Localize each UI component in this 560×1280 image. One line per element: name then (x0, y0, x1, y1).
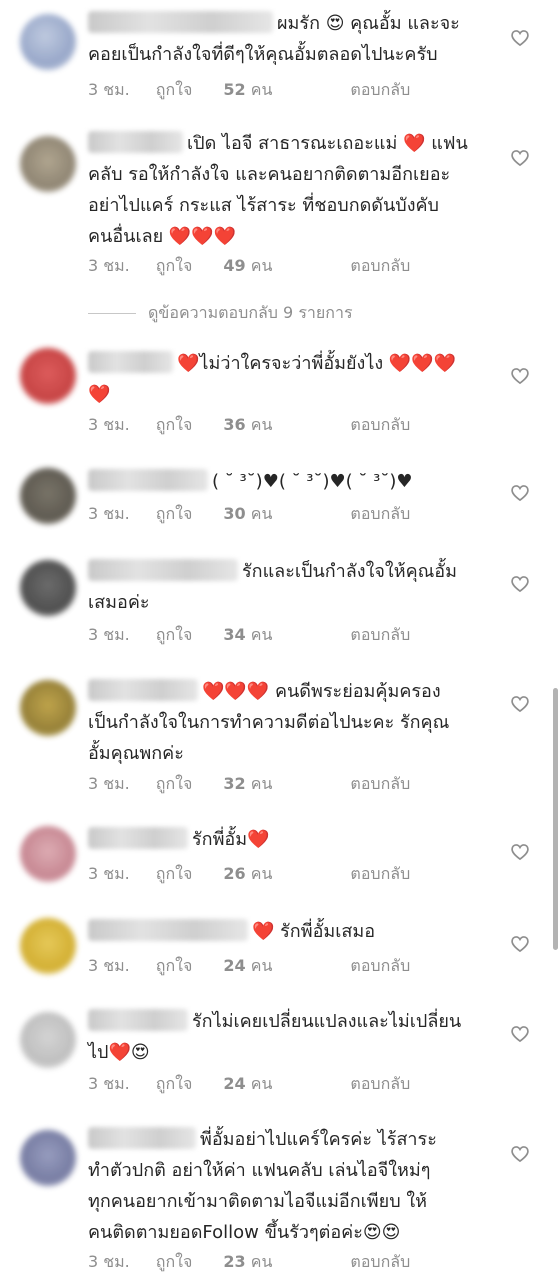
scrollbar[interactable] (553, 688, 558, 950)
comment-text: รักและเป็นกำลังใจให้คุณอั้ม เสมอค่ะ (88, 559, 457, 613)
reply-button[interactable]: ตอบกลับ (350, 956, 410, 975)
reply-button[interactable]: ตอบกลับ (350, 80, 410, 99)
comment-likes[interactable]: ถูกใจ 26 คน (156, 864, 299, 883)
username-redacted[interactable] (88, 1127, 196, 1149)
heart-outline-icon[interactable] (510, 483, 530, 503)
comment-time: 3 ชม. (88, 415, 130, 434)
comment-text: ผมรัก 😍 คุณอั้ม และจะ คอยเป็นกำลังใจที่ด… (88, 11, 460, 65)
comment-time: 3 ชม. (88, 864, 130, 883)
comment-text: ❤️ รักพี่อั้มเสมอ (88, 916, 498, 947)
comment-time: 3 ชม. (88, 625, 130, 644)
comment-text: รักพี่อั้ม❤️ (88, 824, 498, 855)
comment-likes[interactable]: ถูกใจ 30 คน (156, 504, 299, 523)
comment-likes[interactable]: ถูกใจ 52 คน (156, 80, 299, 99)
username-redacted[interactable] (88, 919, 248, 941)
comment-text: รักไม่เคยเปลี่ยนแปลงและไม่เปลี่ยน ไป❤️😍 (88, 1009, 462, 1063)
comment-likes[interactable]: ถูกใจ 24 คน (156, 1074, 299, 1093)
reply-button[interactable]: ตอบกลับ (350, 1252, 410, 1271)
heart-outline-icon[interactable] (510, 934, 530, 954)
comment-meta: 3 ชม. ถูกใจ 24 คน ตอบกลับ (88, 954, 436, 979)
avatar[interactable] (20, 680, 76, 736)
comment-text: เปิด ไอจี สาธารณะเถอะแม่ ❤️ แฟน คลับ รอใ… (88, 131, 468, 247)
heart-outline-icon[interactable] (510, 574, 530, 594)
divider (88, 312, 136, 314)
avatar[interactable] (20, 348, 76, 404)
heart-outline-icon[interactable] (510, 366, 530, 386)
comment-meta: 3 ชม. ถูกใจ 34 คน ตอบกลับ (88, 623, 436, 648)
username-redacted[interactable] (88, 679, 198, 701)
heart-outline-icon[interactable] (510, 1024, 530, 1044)
comment-likes[interactable]: ถูกใจ 36 คน (156, 415, 299, 434)
reply-button[interactable]: ตอบกลับ (350, 625, 410, 644)
comment-time: 3 ชม. (88, 774, 130, 793)
reply-button[interactable]: ตอบกลับ (350, 864, 410, 883)
username-redacted[interactable] (88, 351, 173, 373)
avatar[interactable] (20, 918, 76, 974)
username-redacted[interactable] (88, 827, 188, 849)
comment-meta: 3 ชม. ถูกใจ 23 คน ตอบกลับ (88, 1250, 436, 1275)
comment-text: ❤️ไม่ว่าใครจะว่าพี่อั้มยังไง ❤️❤️❤️ ❤️ (88, 351, 457, 405)
view-replies-button[interactable]: ดูข้อความตอบกลับ 9 รายการ (88, 303, 353, 323)
reply-button[interactable]: ตอบกลับ (350, 1074, 410, 1093)
heart-outline-icon[interactable] (510, 694, 530, 714)
comment-likes[interactable]: ถูกใจ 32 คน (156, 774, 299, 793)
avatar[interactable] (20, 826, 76, 882)
avatar[interactable] (20, 468, 76, 524)
comment-likes[interactable]: ถูกใจ 34 คน (156, 625, 299, 644)
comment-likes[interactable]: ถูกใจ 23 คน (156, 1252, 299, 1271)
comment-text: ( ˘ ³˘)♥( ˘ ³˘)♥( ˘ ³˘)♥ (88, 466, 498, 497)
heart-outline-icon[interactable] (510, 1144, 530, 1164)
username-redacted[interactable] (88, 559, 238, 581)
comment-likes[interactable]: ถูกใจ 49 คน (156, 256, 299, 275)
view-replies-label: ดูข้อความตอบกลับ 9 รายการ (148, 302, 353, 322)
avatar[interactable] (20, 1012, 76, 1068)
comment-time: 3 ชม. (88, 1252, 130, 1271)
avatar[interactable] (20, 14, 76, 70)
avatar[interactable] (20, 1130, 76, 1186)
comment-time: 3 ชม. (88, 1074, 130, 1093)
username-redacted[interactable] (88, 1009, 188, 1031)
username-redacted[interactable] (88, 469, 208, 491)
comment-text: พี่อั้มอย่าไปแคร์ใครค่ะ ไร้สาระ ทำตัวปกต… (88, 1127, 437, 1243)
comment-meta: 3 ชม. ถูกใจ 49 คน ตอบกลับ (88, 254, 436, 279)
comment-time: 3 ชม. (88, 80, 130, 99)
comment-text: ❤️❤️❤️ คนดีพระย่อมคุ้มครอง เป็นกำลังใจใน… (88, 679, 450, 764)
reply-button[interactable]: ตอบกลับ (350, 256, 410, 275)
avatar[interactable] (20, 560, 76, 616)
reply-button[interactable]: ตอบกลับ (350, 504, 410, 523)
heart-outline-icon[interactable] (510, 842, 530, 862)
comment-time: 3 ชม. (88, 256, 130, 275)
heart-outline-icon[interactable] (510, 28, 530, 48)
comment-meta: 3 ชม. ถูกใจ 26 คน ตอบกลับ (88, 862, 436, 887)
username-redacted[interactable] (88, 11, 273, 33)
heart-outline-icon[interactable] (510, 148, 530, 168)
reply-button[interactable]: ตอบกลับ (350, 415, 410, 434)
comment-meta: 3 ชม. ถูกใจ 32 คน ตอบกลับ (88, 772, 436, 797)
comment-meta: 3 ชม. ถูกใจ 30 คน ตอบกลับ (88, 502, 436, 527)
comment-feed: ผมรัก 😍 คุณอั้ม และจะ คอยเป็นกำลังใจที่ด… (0, 0, 560, 1280)
reply-button[interactable]: ตอบกลับ (350, 774, 410, 793)
comment-time: 3 ชม. (88, 956, 130, 975)
comment-time: 3 ชม. (88, 504, 130, 523)
username-redacted[interactable] (88, 131, 183, 153)
comment-meta: 3 ชม. ถูกใจ 52 คน ตอบกลับ (88, 78, 436, 103)
comment-likes[interactable]: ถูกใจ 24 คน (156, 956, 299, 975)
comment-meta: 3 ชม. ถูกใจ 36 คน ตอบกลับ (88, 413, 436, 438)
comment-meta: 3 ชม. ถูกใจ 24 คน ตอบกลับ (88, 1072, 436, 1097)
avatar[interactable] (20, 136, 76, 192)
